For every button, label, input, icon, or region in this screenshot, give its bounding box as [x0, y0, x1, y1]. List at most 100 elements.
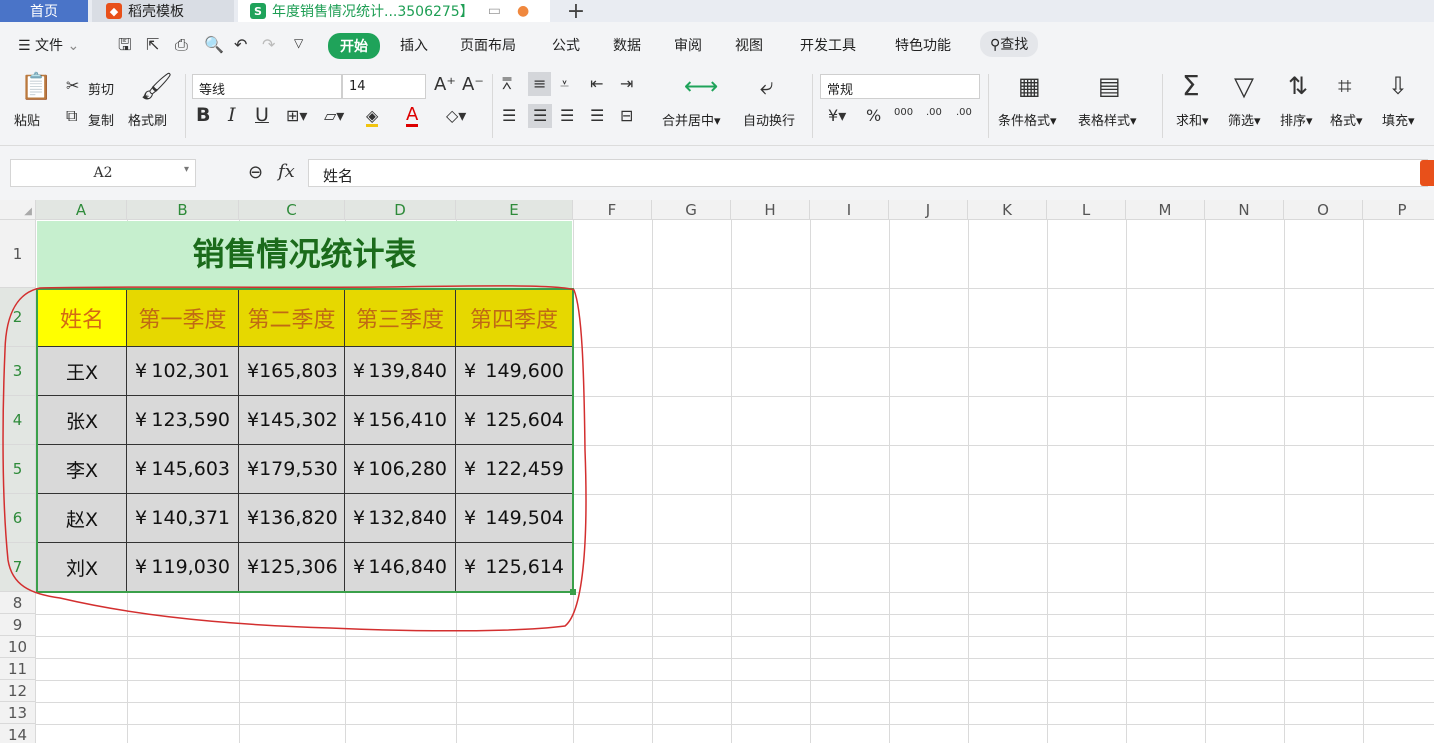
monitor-icon[interactable]: ▭ [488, 3, 501, 19]
scissors-icon[interactable]: ✂ [66, 78, 79, 94]
align-right-icon[interactable]: ☰ [560, 108, 574, 124]
column-header-a[interactable]: A [36, 200, 127, 220]
filter-button[interactable]: 筛选▾ [1228, 110, 1261, 129]
percent-button[interactable]: % [866, 108, 881, 124]
thousands-button[interactable]: 000 [894, 108, 913, 118]
new-tab-button[interactable]: + [560, 0, 592, 24]
fill-button[interactable]: 填充▾ [1382, 110, 1415, 129]
menu-page-layout[interactable]: 页面布局 [460, 35, 516, 55]
menu-formula[interactable]: 公式 [552, 35, 580, 55]
format-painter-button[interactable]: 格式刷 [128, 110, 167, 129]
conditional-format-button[interactable]: 条件格式▾ [998, 110, 1057, 129]
menu-insert[interactable]: 插入 [400, 35, 428, 55]
fill-icon[interactable]: ⇩ [1388, 74, 1408, 98]
tab-home[interactable]: 首页 [0, 0, 88, 22]
format-icon[interactable]: ⌗ [1338, 74, 1352, 98]
font-size-select[interactable]: 14 [342, 74, 426, 99]
column-header-i[interactable]: I [810, 200, 889, 220]
format-button[interactable]: 格式▾ [1330, 110, 1363, 129]
function-icon[interactable]: fx [278, 163, 295, 181]
column-header-g[interactable]: G [652, 200, 731, 220]
column-header-b[interactable]: B [127, 200, 239, 220]
menu-features[interactable]: 特色功能 [895, 35, 951, 55]
row-header-14[interactable]: 14 [0, 724, 36, 743]
export-icon[interactable]: ⇱ [146, 37, 159, 53]
align-center-icon[interactable]: ☰ [528, 104, 553, 128]
sum-button[interactable]: 求和▾ [1176, 110, 1209, 129]
copy-icon[interactable]: ⧉ [66, 108, 77, 124]
row-header-8[interactable]: 8 [0, 592, 36, 614]
print-preview-icon[interactable]: 🔍 [204, 37, 224, 53]
row-header-13[interactable]: 13 [0, 702, 36, 724]
menu-developer[interactable]: 开发工具 [800, 35, 856, 55]
row-header-5[interactable]: 5 [0, 445, 36, 494]
align-middle-icon[interactable]: ≡ [528, 72, 552, 96]
increase-decimal-button[interactable]: .00 [926, 108, 942, 118]
justify-icon[interactable]: ☰ [590, 108, 604, 124]
underline-button[interactable]: U [255, 106, 269, 125]
fill-handle[interactable] [570, 589, 576, 595]
customize-icon[interactable]: ▽ [294, 37, 303, 49]
undo-icon[interactable]: ↶ [234, 37, 247, 53]
column-header-p[interactable]: P [1363, 200, 1434, 220]
sort-button[interactable]: 排序▾ [1280, 110, 1313, 129]
row-header-12[interactable]: 12 [0, 680, 36, 702]
row-header-10[interactable]: 10 [0, 636, 36, 658]
align-left-icon[interactable]: ☰ [502, 108, 516, 124]
currency-button[interactable]: ¥▾ [828, 108, 846, 124]
search-button[interactable]: ⚲查找 [980, 31, 1039, 57]
column-header-o[interactable]: O [1284, 200, 1363, 220]
paste-icon[interactable]: 📋 [20, 74, 52, 100]
select-all-corner[interactable]: ◢ [0, 200, 36, 220]
menu-data[interactable]: 数据 [613, 35, 641, 55]
conditional-format-icon[interactable]: ▦ [1018, 74, 1041, 98]
print-icon[interactable]: ⎙ [175, 37, 188, 53]
row-header-4[interactable]: 4 [0, 396, 36, 445]
table-title-cell[interactable]: 销售情况统计表 [37, 221, 572, 288]
menu-start[interactable]: 开始 [328, 33, 380, 59]
column-header-j[interactable]: J [889, 200, 968, 220]
copy-button[interactable]: 复制 [88, 110, 114, 129]
table-style-button[interactable]: 表格样式▾ [1078, 110, 1137, 129]
filter-icon[interactable]: ▽ [1234, 74, 1254, 100]
chevron-down-icon[interactable]: ▾ [184, 164, 189, 175]
zoom-formula-icon[interactable]: ⊖ [248, 164, 263, 182]
name-box[interactable]: A2 ▾ [10, 159, 196, 187]
row-header-6[interactable]: 6 [0, 494, 36, 543]
decrease-font-icon[interactable]: A⁻ [462, 76, 484, 94]
number-format-select[interactable]: 常规 [820, 74, 980, 99]
column-header-e[interactable]: E [456, 200, 573, 220]
align-top-icon[interactable]: ⩞ [502, 76, 512, 92]
paste-button[interactable]: 粘贴 [14, 110, 40, 129]
file-menu[interactable]: ☰ 文件 ⌄ [18, 35, 79, 55]
italic-button[interactable]: I [228, 106, 236, 125]
row-header-11[interactable]: 11 [0, 658, 36, 680]
menu-review[interactable]: 审阅 [674, 35, 702, 55]
indent-increase-icon[interactable]: ⇥ [620, 76, 633, 92]
font-color-icon[interactable]: A [406, 106, 419, 127]
bold-button[interactable]: B [196, 106, 210, 125]
sort-icon[interactable]: ⇅ [1288, 74, 1308, 98]
indent-decrease-icon[interactable]: ⇤ [590, 76, 603, 92]
font-name-select[interactable]: 等线 [192, 74, 342, 99]
align-bottom-icon[interactable]: ⩡ [560, 76, 569, 92]
row-header-3[interactable]: 3 [0, 347, 36, 396]
save-icon[interactable]: 🖫 [118, 37, 132, 53]
merge-center-button[interactable]: 合并居中▾ [662, 110, 721, 129]
fill-color-icon[interactable]: ◈ [366, 108, 379, 127]
column-header-d[interactable]: D [345, 200, 456, 220]
increase-font-icon[interactable]: A⁺ [434, 76, 456, 94]
format-painter-icon[interactable]: 🖌 [140, 74, 173, 100]
wrap-text-button[interactable]: 自动换行 [743, 110, 795, 129]
app-badge-icon[interactable] [1420, 160, 1434, 186]
column-header-k[interactable]: K [968, 200, 1047, 220]
distribute-icon[interactable]: ⊟ [620, 108, 633, 124]
table-style-icon[interactable]: ▤ [1098, 74, 1121, 98]
menu-view[interactable]: 视图 [735, 35, 763, 55]
row-header-7[interactable]: 7 [0, 543, 36, 592]
spreadsheet-grid[interactable]: ◢ A B C D E F G H I J K L M N O P 1 2 3 … [0, 200, 1434, 743]
formula-input[interactable]: 姓名 [308, 159, 1428, 187]
cell-style-icon[interactable]: ▱▾ [324, 108, 344, 124]
merge-center-icon[interactable]: ⟷ [684, 74, 718, 98]
row-header-9[interactable]: 9 [0, 614, 36, 636]
